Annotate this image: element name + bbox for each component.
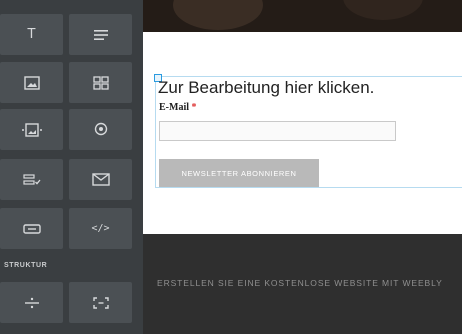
subscribe-button[interactable]: NEWSLETTER ABONNIEREN (159, 159, 319, 187)
map-element-tile[interactable] (69, 109, 132, 150)
paragraph-element-tile[interactable] (69, 14, 132, 55)
embed-code-icon: </> (91, 223, 110, 234)
divider-icon (24, 297, 39, 308)
page-content: Zur Bearbeitung hier klicken. E-Mail * N… (143, 32, 462, 234)
email-input[interactable] (159, 121, 396, 141)
email-label-text: E-Mail (159, 102, 189, 113)
element-sidebar: T </> STRUKTUR (0, 0, 143, 334)
text-icon: T (27, 27, 36, 42)
embed-code-element-tile[interactable]: </> (69, 208, 132, 249)
image-icon (23, 75, 40, 90)
footer-text: ERSTELLEN SIE EINE KOSTENLOSE WEBSITE MI… (157, 278, 443, 288)
email-label: E-Mail * (159, 102, 197, 113)
spacer-icon (92, 296, 109, 309)
divider-element-tile[interactable] (0, 282, 63, 323)
required-marker: * (191, 102, 197, 113)
form-element-tile[interactable] (0, 159, 63, 200)
header-image (143, 0, 462, 32)
gallery-element-tile[interactable] (69, 62, 132, 103)
form-icon (22, 173, 40, 185)
slideshow-icon (21, 122, 42, 137)
button-element-tile[interactable] (0, 208, 63, 249)
structure-section-label: STRUKTUR (4, 262, 48, 269)
paragraph-icon (93, 29, 108, 40)
gallery-icon (92, 75, 109, 90)
image-element-tile[interactable] (0, 62, 63, 103)
map-icon (94, 122, 107, 135)
form-title[interactable]: Zur Bearbeitung hier klicken. (158, 78, 374, 98)
slideshow-element-tile[interactable] (0, 109, 63, 150)
button-icon (22, 223, 41, 234)
newsletter-element-tile[interactable] (69, 159, 132, 200)
newsletter-icon (91, 173, 110, 186)
spacer-element-tile[interactable] (69, 282, 132, 323)
text-element-tile[interactable]: T (0, 14, 63, 55)
site-footer: ERSTELLEN SIE EINE KOSTENLOSE WEBSITE MI… (143, 234, 462, 334)
